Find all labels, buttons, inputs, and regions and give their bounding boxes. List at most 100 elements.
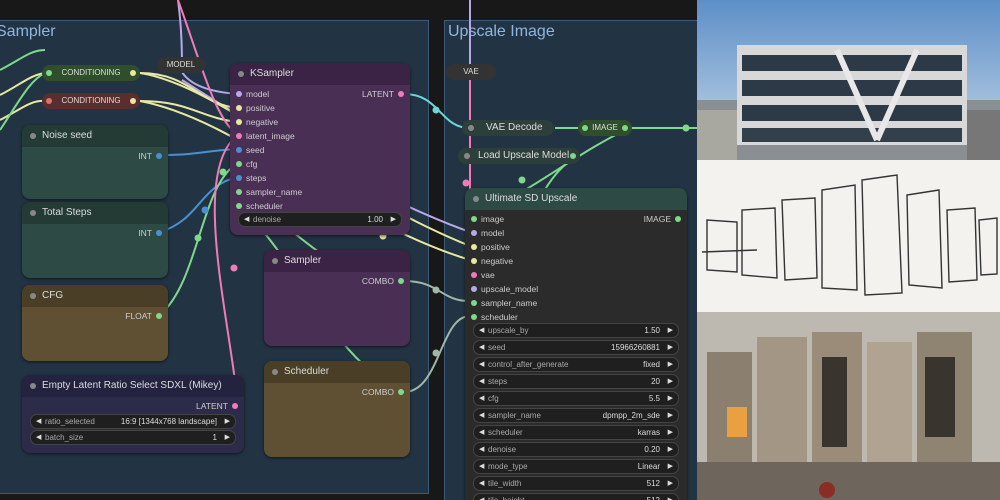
collapse-dot[interactable] bbox=[468, 125, 474, 131]
batch-size-widget[interactable]: ◀ batch_size 1 ▶ bbox=[30, 430, 236, 445]
output-port[interactable] bbox=[398, 278, 404, 284]
input-port[interactable] bbox=[236, 161, 242, 167]
node-graph-canvas[interactable]: Sampler Upscale Image MODEL VAE CONDITIO… bbox=[0, 0, 697, 500]
output-float[interactable]: FLOAT bbox=[125, 310, 162, 322]
input-port[interactable] bbox=[236, 119, 242, 125]
input-port[interactable] bbox=[236, 147, 242, 153]
increment-arrow-icon[interactable]: ▶ bbox=[668, 392, 673, 405]
increment-arrow-icon[interactable]: ▶ bbox=[225, 415, 230, 428]
input-port[interactable] bbox=[46, 98, 52, 104]
node-load-upscale-model[interactable]: Load Upscale Model bbox=[458, 148, 580, 164]
input-sampler-name[interactable]: sampler_name bbox=[236, 186, 302, 198]
increment-arrow-icon[interactable]: ▶ bbox=[668, 358, 673, 371]
output-port[interactable] bbox=[232, 403, 238, 409]
input-scheduler[interactable]: scheduler bbox=[236, 200, 283, 212]
collapse-dot[interactable] bbox=[30, 293, 36, 299]
node-vae-decode[interactable]: VAE Decode bbox=[462, 120, 554, 136]
decrement-arrow-icon[interactable]: ◀ bbox=[479, 460, 484, 473]
upscale-by-widget[interactable]: ◀ upscale_by 1.50 ▶ bbox=[473, 323, 679, 338]
input-port[interactable] bbox=[471, 258, 477, 264]
output-int[interactable]: INT bbox=[138, 150, 162, 162]
denoise-widget[interactable]: ◀ denoise 0.20 ▶ bbox=[473, 442, 679, 457]
decrement-arrow-icon[interactable]: ◀ bbox=[479, 324, 484, 337]
denoise-widget[interactable]: ◀ denoise 1.00 ▶ bbox=[238, 212, 402, 227]
increment-arrow-icon[interactable]: ▶ bbox=[668, 477, 673, 490]
output-port[interactable] bbox=[156, 313, 162, 319]
output-port[interactable] bbox=[156, 153, 162, 159]
collapse-dot[interactable] bbox=[30, 210, 36, 216]
tile-width-widget[interactable]: ◀ tile_width 512 ▶ bbox=[473, 476, 679, 491]
output-latent[interactable]: LATENT bbox=[362, 88, 404, 100]
reroute-model[interactable]: MODEL bbox=[157, 57, 205, 73]
scheduler-widget[interactable]: ◀ scheduler karras ▶ bbox=[473, 425, 679, 440]
input-port[interactable] bbox=[236, 105, 242, 111]
collapse-dot[interactable] bbox=[272, 258, 278, 264]
node-title-bar[interactable]: Ultimate SD Upscale bbox=[465, 188, 687, 210]
output-port[interactable] bbox=[675, 216, 681, 222]
increment-arrow-icon[interactable]: ▶ bbox=[668, 324, 673, 337]
input-upscale-model[interactable]: upscale_model bbox=[471, 283, 538, 295]
input-port[interactable] bbox=[471, 272, 477, 278]
sampler-name-widget[interactable]: ◀ sampler_name dpmpp_2m_sde ▶ bbox=[473, 408, 679, 423]
increment-arrow-icon[interactable]: ▶ bbox=[668, 460, 673, 473]
node-empty-latent-ratio-select[interactable]: Empty Latent Ratio Select SDXL (Mikey) L… bbox=[22, 375, 244, 453]
decrement-arrow-icon[interactable]: ◀ bbox=[479, 426, 484, 439]
increment-arrow-icon[interactable]: ▶ bbox=[668, 494, 673, 500]
input-port[interactable] bbox=[471, 314, 477, 320]
output-port[interactable] bbox=[130, 98, 136, 104]
node-total-steps[interactable]: Total Steps INT bbox=[22, 202, 168, 278]
input-scheduler[interactable]: scheduler bbox=[471, 311, 518, 323]
output-port[interactable] bbox=[622, 125, 628, 131]
node-sampler[interactable]: Sampler COMBO bbox=[264, 250, 410, 346]
input-model[interactable]: model bbox=[236, 88, 269, 100]
output-port[interactable] bbox=[156, 230, 162, 236]
increment-arrow-icon[interactable]: ▶ bbox=[668, 426, 673, 439]
node-ultimate-sd-upscale[interactable]: Ultimate SD Upscale IMAGE image model po… bbox=[465, 188, 687, 500]
input-model[interactable]: model bbox=[471, 227, 504, 239]
input-steps[interactable]: steps bbox=[236, 172, 266, 184]
decrement-arrow-icon[interactable]: ◀ bbox=[479, 358, 484, 371]
input-positive[interactable]: positive bbox=[471, 241, 510, 253]
node-title-bar[interactable]: Scheduler bbox=[264, 361, 410, 383]
decrement-arrow-icon[interactable]: ◀ bbox=[479, 494, 484, 500]
node-title-bar[interactable]: Total Steps bbox=[22, 202, 168, 224]
increment-arrow-icon[interactable]: ▶ bbox=[668, 409, 673, 422]
node-title-bar[interactable]: KSampler bbox=[230, 63, 410, 85]
control-after-generate-widget[interactable]: ◀ control_after_generate fixed ▶ bbox=[473, 357, 679, 372]
node-title-bar[interactable]: Noise seed bbox=[22, 125, 168, 147]
collapse-dot[interactable] bbox=[473, 196, 479, 202]
increment-arrow-icon[interactable]: ▶ bbox=[668, 341, 673, 354]
input-positive[interactable]: positive bbox=[236, 102, 275, 114]
collapse-dot[interactable] bbox=[464, 153, 470, 159]
increment-arrow-icon[interactable]: ▶ bbox=[668, 443, 673, 456]
output-latent[interactable]: LATENT bbox=[196, 400, 238, 412]
decrement-arrow-icon[interactable]: ◀ bbox=[479, 443, 484, 456]
increment-arrow-icon[interactable]: ▶ bbox=[391, 213, 396, 226]
reroute-image[interactable]: IMAGE bbox=[578, 120, 632, 136]
input-port[interactable] bbox=[471, 216, 477, 222]
decrement-arrow-icon[interactable]: ◀ bbox=[479, 477, 484, 490]
reroute-conditioning-negative[interactable]: CONDITIONING bbox=[42, 93, 140, 109]
input-port[interactable] bbox=[236, 91, 242, 97]
input-seed[interactable]: seed bbox=[236, 144, 264, 156]
input-negative[interactable]: negative bbox=[471, 255, 513, 267]
output-image[interactable]: IMAGE bbox=[644, 213, 681, 225]
ratio-selected-widget[interactable]: ◀ ratio_selected 16:9 [1344x768 landscap… bbox=[30, 414, 236, 429]
decrement-arrow-icon[interactable]: ◀ bbox=[244, 213, 249, 226]
seed-widget[interactable]: ◀ seed 15966260881 ▶ bbox=[473, 340, 679, 355]
node-title-bar[interactable]: Empty Latent Ratio Select SDXL (Mikey) bbox=[22, 375, 244, 397]
node-ksampler[interactable]: KSampler LATENT model positive negative … bbox=[230, 63, 410, 235]
node-cfg[interactable]: CFG FLOAT bbox=[22, 285, 168, 361]
output-port[interactable] bbox=[398, 91, 404, 97]
input-port[interactable] bbox=[236, 175, 242, 181]
output-int[interactable]: INT bbox=[138, 227, 162, 239]
input-port[interactable] bbox=[46, 70, 52, 76]
collapse-dot[interactable] bbox=[238, 71, 244, 77]
reroute-vae[interactable]: VAE bbox=[446, 64, 496, 80]
input-port[interactable] bbox=[236, 133, 242, 139]
output-combo[interactable]: COMBO bbox=[362, 386, 404, 398]
input-sampler-name[interactable]: sampler_name bbox=[471, 297, 537, 309]
steps-widget[interactable]: ◀ steps 20 ▶ bbox=[473, 374, 679, 389]
input-port[interactable] bbox=[236, 189, 242, 195]
tile-height-widget[interactable]: ◀ tile_height 512 ▶ bbox=[473, 493, 679, 500]
